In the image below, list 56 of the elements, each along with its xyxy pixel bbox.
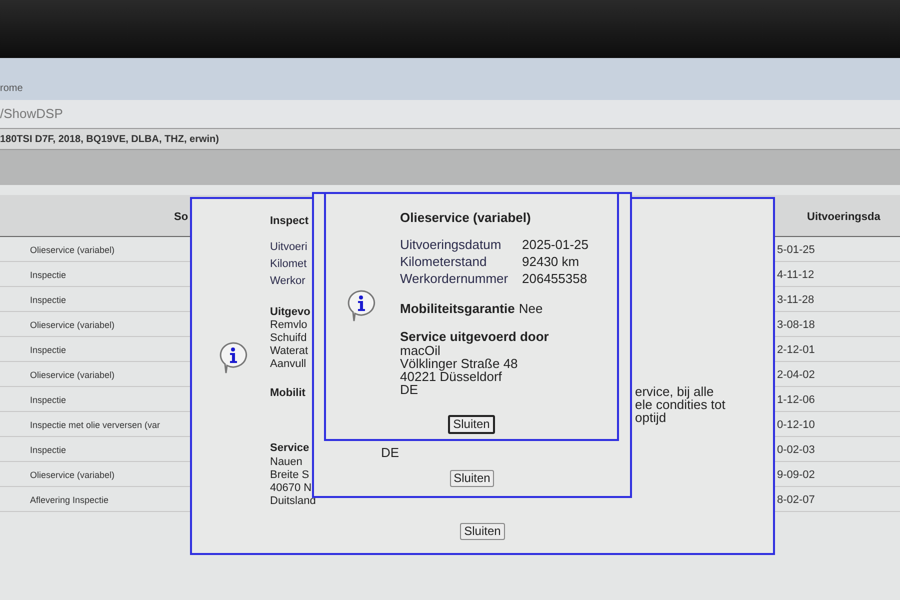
field-label: Mobiliteitsgarantie xyxy=(400,301,515,317)
work-item: Schuifd xyxy=(270,332,308,345)
info-icon xyxy=(346,289,376,323)
table-cell: 4-11-12 xyxy=(777,269,814,281)
field-label: Kilometerstand xyxy=(400,253,488,270)
field-label: Uitvoeri xyxy=(270,240,308,255)
table-cell-text: Inspectie xyxy=(29,270,66,280)
field-label: Kilomet xyxy=(270,257,308,272)
table-cell: 0-12-10 xyxy=(777,419,815,431)
field-label: Uitvoeringsdatum xyxy=(400,236,502,253)
dialog-title: Inspect xyxy=(270,214,310,229)
work-item: Waterat xyxy=(270,345,310,358)
url-text: /ShowDSP xyxy=(0,105,63,124)
field-value: 206455358 xyxy=(522,270,588,287)
table-cell-text: Olieservice (variabel) xyxy=(29,320,115,330)
work-item: Remvlo xyxy=(270,319,308,332)
field-value: 92430 km xyxy=(522,253,580,270)
table-cell: 3-08-18 xyxy=(777,319,815,331)
field-value: Nee xyxy=(518,301,543,317)
mobility-text: ervice, bij alle ele condities tot optijd xyxy=(635,385,726,424)
table-cell-text: Inspectie xyxy=(29,295,66,305)
table-cell: 3-11-28 xyxy=(777,294,814,306)
column-header: Uitvoeringsda xyxy=(807,210,880,222)
section-heading: Uitgevo xyxy=(270,306,312,319)
table-cell: 9-09-02 xyxy=(777,469,815,481)
table-cell: 5-01-25 xyxy=(777,244,815,256)
table-cell: 0-02-03 xyxy=(777,444,815,456)
address-text: macOil Völklinger Straße 48 40221 Düsseldorf DE xyxy=(400,344,519,396)
close-button[interactable]: Sluiten xyxy=(450,470,494,487)
address-text: Nauen Breite S 40670 N Duitsland xyxy=(270,456,317,508)
table-cell-text: Inspectie xyxy=(29,395,66,405)
table-cell-text: Inspectie xyxy=(29,345,66,355)
table-cell-text: Inspectie xyxy=(29,445,66,455)
table-cell: 2-12-01 xyxy=(777,344,815,356)
table-cell: 8-02-07 xyxy=(777,494,815,506)
table-cell: 2-04-02 xyxy=(777,369,815,381)
column-header: So xyxy=(174,210,188,222)
address-text: DE xyxy=(381,446,400,459)
field-label: Werkordernummer xyxy=(400,270,510,287)
table-cell-text: Inspectie met olie verversen (var xyxy=(29,420,160,430)
field-label: Werkor xyxy=(270,274,306,289)
field-value: 2025-01-25 xyxy=(522,236,588,253)
field-label: Mobilit xyxy=(270,386,306,401)
table-cell: 1-12-06 xyxy=(777,394,815,406)
table-cell-text: Olieservice (variabel) xyxy=(29,245,115,255)
dialog-title: Olieservice (variabel) xyxy=(400,210,532,226)
table-cell-text: Olieservice (variabel) xyxy=(29,470,115,480)
info-icon xyxy=(218,341,248,375)
vehicle-title: 180TSI D7F, 2018, BQ19VE, DLBA, THZ, erwin) xyxy=(0,132,219,146)
close-button[interactable]: Sluiten xyxy=(460,523,505,540)
window-title: rome xyxy=(0,82,23,96)
close-button[interactable]: Sluiten xyxy=(448,415,495,434)
section-heading: Service uitgevoerd door xyxy=(400,329,550,344)
work-item: Aanvull xyxy=(270,358,308,371)
table-cell-text: Olieservice (variabel) xyxy=(29,370,115,380)
table-cell-text: Aflevering Inspectie xyxy=(29,495,109,505)
